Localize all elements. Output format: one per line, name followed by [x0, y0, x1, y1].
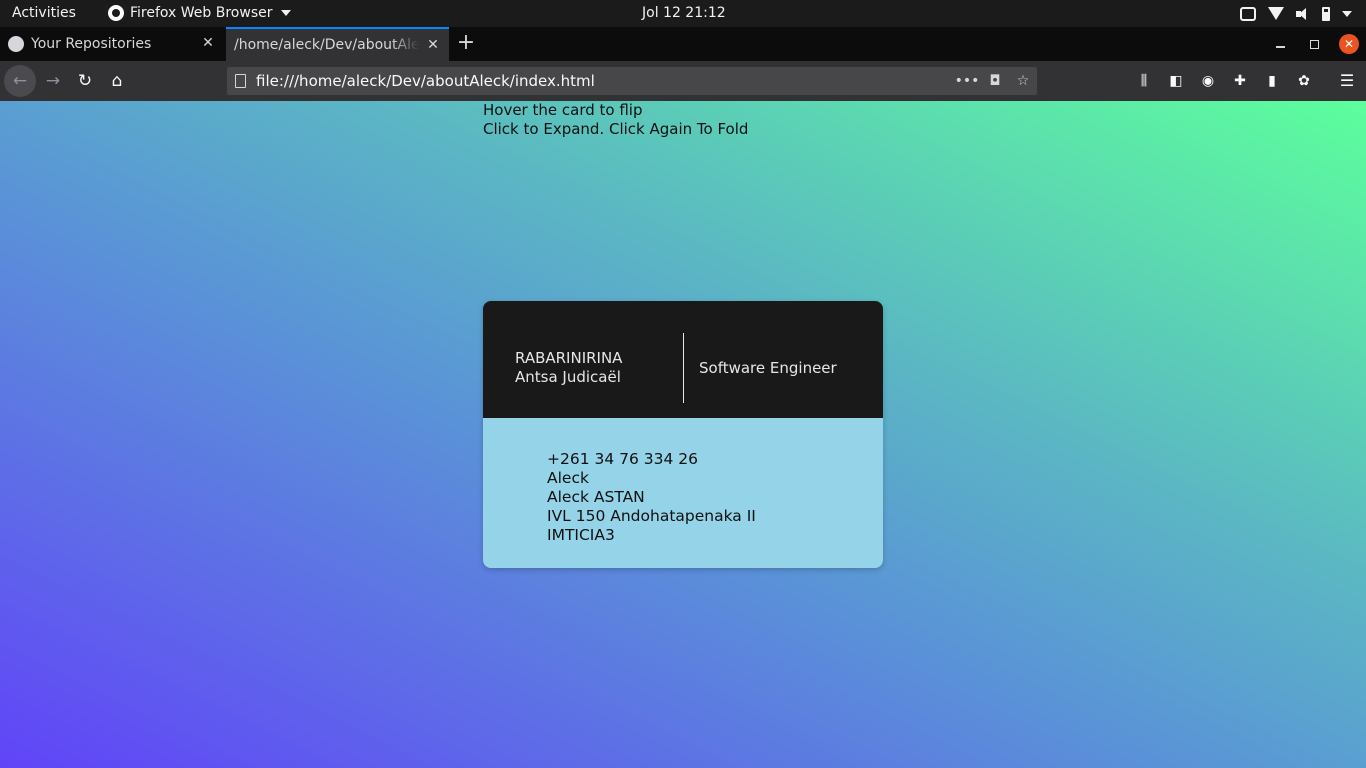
- card-details: +261 34 76 334 26 Aleck Aleck ASTAN IVL …: [547, 450, 756, 545]
- close-window-button[interactable]: ✕: [1337, 27, 1361, 61]
- firefox-icon: [108, 5, 124, 21]
- maximize-icon: [1309, 39, 1319, 49]
- tab-label: /home/aleck/Dev/aboutAleck: [234, 37, 419, 53]
- card-surname: RABARINIRINA: [515, 349, 623, 367]
- new-tab-button[interactable]: +: [456, 32, 476, 54]
- minimize-icon: [1275, 46, 1285, 48]
- card-body: +261 34 76 334 26 Aleck Aleck ASTAN IVL …: [483, 418, 883, 568]
- url-bar[interactable]: file:///home/aleck/Dev/aboutAleck/index.…: [227, 67, 1037, 95]
- screen-share-icon: [1240, 6, 1256, 21]
- activities-button[interactable]: Activities: [12, 5, 76, 21]
- forward-button[interactable]: →: [37, 65, 69, 97]
- close-icon[interactable]: ✕: [425, 37, 441, 53]
- home-icon: ⌂: [111, 71, 123, 91]
- system-top-bar: Activities Firefox Web Browser Jol 12 21…: [0, 0, 1366, 27]
- page-viewport: Hover the card to flip Click to Expand. …: [0, 101, 1366, 768]
- hamburger-menu-icon[interactable]: ☰: [1337, 71, 1357, 91]
- tab-label: Your Repositories: [31, 36, 152, 52]
- chart-extension-icon[interactable]: ▮: [1262, 71, 1282, 91]
- page-actions-icon[interactable]: •••: [953, 73, 981, 89]
- app-menu[interactable]: Firefox Web Browser: [108, 5, 291, 21]
- battery-icon: [1322, 6, 1330, 21]
- tab-about-aleck[interactable]: /home/aleck/Dev/aboutAleck ✕: [226, 27, 449, 61]
- github-icon: [8, 36, 24, 52]
- tab-your-repositories[interactable]: Your Repositories ✕: [0, 27, 224, 61]
- close-icon[interactable]: ✕: [200, 35, 216, 51]
- extension-icon[interactable]: ✚: [1230, 71, 1250, 91]
- card-school: IMTICIA3: [547, 526, 615, 544]
- account-icon[interactable]: ◉: [1198, 71, 1218, 91]
- wifi-icon: [1268, 7, 1284, 20]
- chevron-down-icon: [280, 10, 291, 16]
- close-icon: ✕: [1339, 34, 1359, 54]
- reload-button[interactable]: ↻: [69, 65, 101, 97]
- clock[interactable]: Jol 12 21:12: [642, 5, 726, 21]
- pocket-icon[interactable]: ◘: [981, 73, 1009, 89]
- card-role: Software Engineer: [699, 359, 837, 377]
- app-menu-label: Firefox Web Browser: [130, 5, 273, 21]
- library-icon[interactable]: ⫼: [1134, 71, 1154, 91]
- card-header: RABARINIRINA Antsa Judicaël Software Eng…: [483, 301, 883, 418]
- card-nickname: Aleck: [547, 469, 589, 487]
- arrow-right-icon: →: [45, 71, 61, 91]
- instruction-hover: Hover the card to flip: [483, 101, 643, 119]
- chevron-down-icon: [1342, 10, 1352, 17]
- card-address: IVL 150 Andohatapenaka II: [547, 507, 756, 525]
- card-name: RABARINIRINA Antsa Judicaël: [515, 349, 622, 387]
- tab-strip: Your Repositories ✕ /home/aleck/Dev/abou…: [0, 27, 1366, 61]
- navigation-bar: ← → ↻ ⌂ file:///home/aleck/Dev/aboutAlec…: [0, 61, 1366, 101]
- instructions: Hover the card to flip Click to Expand. …: [483, 101, 748, 139]
- maximize-button[interactable]: [1302, 27, 1326, 61]
- card-divider: [683, 333, 684, 403]
- instruction-click: Click to Expand. Click Again To Fold: [483, 120, 749, 138]
- system-tray[interactable]: [1240, 5, 1352, 22]
- card-given-name: Antsa Judicaël: [515, 368, 621, 386]
- gnome-extension-icon[interactable]: ✿: [1294, 71, 1314, 91]
- volume-icon: [1296, 7, 1310, 20]
- business-card[interactable]: RABARINIRINA Antsa Judicaël Software Eng…: [483, 301, 883, 568]
- reload-icon: ↻: [77, 71, 93, 91]
- card-phone: +261 34 76 334 26: [547, 450, 699, 468]
- arrow-left-icon: ←: [12, 71, 28, 91]
- card-alias: Aleck ASTAN: [547, 488, 645, 506]
- bookmark-star-icon[interactable]: ☆: [1009, 73, 1037, 89]
- page-icon: [235, 74, 246, 88]
- back-button[interactable]: ←: [4, 65, 36, 97]
- url-text[interactable]: file:///home/aleck/Dev/aboutAleck/index.…: [256, 72, 953, 90]
- sidebar-icon[interactable]: ◧: [1166, 71, 1186, 91]
- toolbar-icons: ⫼ ◧ ◉ ✚ ▮ ✿: [1134, 71, 1314, 91]
- home-button[interactable]: ⌂: [101, 65, 133, 97]
- minimize-button[interactable]: [1268, 27, 1292, 61]
